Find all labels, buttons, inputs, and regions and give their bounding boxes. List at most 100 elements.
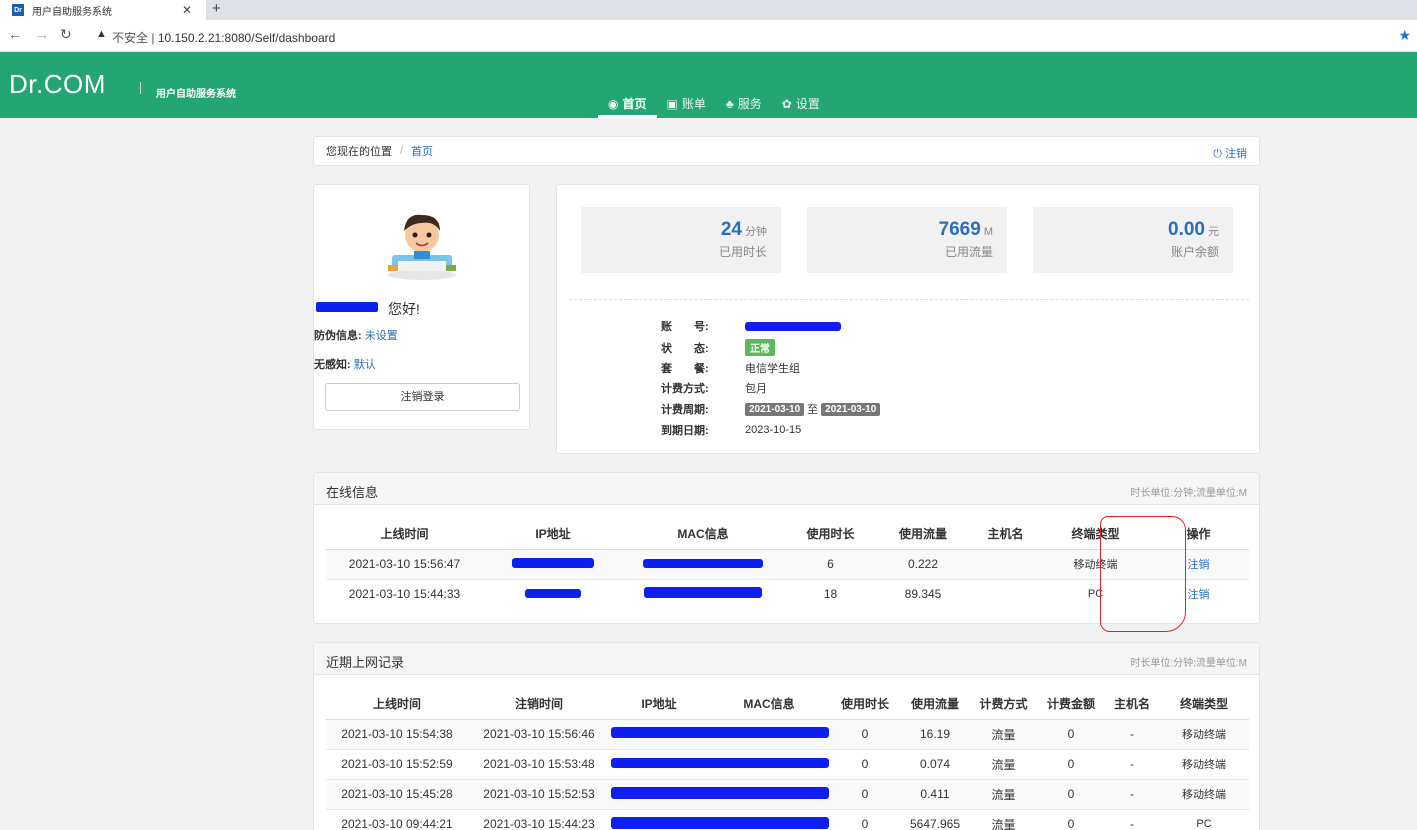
billing-label: 计费方式: bbox=[661, 383, 709, 395]
cell-online-time: 2021-03-10 15:45:28 bbox=[326, 778, 468, 809]
url-field[interactable]: 不安全 | 10.150.2.21:8080/Self/dashboard bbox=[112, 29, 335, 46]
cell-duration: 0 bbox=[830, 748, 900, 779]
cell-billing: 流量 bbox=[970, 808, 1037, 830]
profile-card: 您好! 防伪信息: 未设置 无感知: 默认 注销登录 bbox=[313, 184, 530, 430]
stat-balance-label: 账户余额 bbox=[1170, 245, 1219, 259]
greeting-text: 您好! bbox=[388, 301, 420, 317]
col-header: 使用流量 bbox=[900, 689, 970, 720]
package-value: 电信学生组 bbox=[745, 363, 800, 375]
redacted-ip-mac bbox=[611, 758, 829, 768]
favicon-icon: Dr bbox=[12, 4, 24, 16]
col-header: 操作 bbox=[1148, 519, 1249, 550]
records-panel-header: 近期上网记录 时长单位:分钟;流量单位:M bbox=[314, 643, 1259, 675]
breadcrumb-current[interactable]: 首页 bbox=[411, 143, 433, 159]
col-header: IP地址 bbox=[483, 519, 623, 550]
stat-used-time: 24 分钟 已用时长 bbox=[581, 207, 781, 273]
new-tab-icon[interactable]: + bbox=[212, 0, 221, 18]
breadcrumb: 您现在的位置 / 首页 ⏻ 注销 bbox=[313, 136, 1260, 166]
warning-icon: ▲ bbox=[96, 28, 107, 40]
row-logout-link[interactable]: 注销 bbox=[1188, 559, 1210, 571]
period-end-badge: 2021-03-10 bbox=[821, 402, 881, 416]
period-to: 至 bbox=[807, 404, 819, 416]
online-panel-note: 时长单位:分钟;流量单位:M bbox=[1130, 488, 1247, 499]
col-header: MAC信息 bbox=[708, 689, 830, 720]
nav-settings[interactable]: ✿ 设置 bbox=[772, 96, 830, 118]
power-icon: ⏻ bbox=[1213, 148, 1222, 160]
cell-ip bbox=[483, 548, 623, 579]
logout-login-button[interactable]: 注销登录 bbox=[325, 383, 520, 411]
status-badge: 正常 bbox=[745, 339, 775, 356]
cell-terminal: 移动终端 bbox=[1159, 718, 1249, 749]
cell-terminal: 移动终端 bbox=[1159, 748, 1249, 779]
cell-duration: 18 bbox=[783, 578, 878, 609]
cell-offline-time: 2021-03-10 15:44:23 bbox=[468, 808, 610, 830]
records-panel-title: 近期上网记录 bbox=[326, 655, 405, 670]
online-panel-header: 在线信息 时长单位:分钟;流量单位:M bbox=[314, 473, 1259, 505]
nav-service[interactable]: ♣ 服务 bbox=[716, 96, 772, 118]
cell-traffic: 0.074 bbox=[900, 748, 970, 779]
close-tab-icon[interactable]: ✕ bbox=[182, 3, 192, 17]
records-table: 上线时间 注销时间 IP地址 MAC信息 使用时长 使用流量 计费方式 计费金额… bbox=[326, 689, 1249, 830]
app-header: Dr.COM 用户自助服务系统 ◉ 首页 ▣ 账单 ♣ 服务 ✿ 设置 bbox=[0, 52, 1417, 118]
forward-icon[interactable]: → bbox=[35, 26, 49, 42]
redacted-ip bbox=[525, 589, 581, 599]
browser-tab[interactable]: Dr 用户自助服务系统 ✕ bbox=[0, 0, 206, 20]
col-header: 计费金额 bbox=[1037, 689, 1105, 720]
records-panel: 近期上网记录 时长单位:分钟;流量单位:M 上线时间 注销时间 IP地址 MAC… bbox=[313, 642, 1260, 830]
seamless-link[interactable]: 默认 bbox=[354, 359, 376, 371]
nav-bill[interactable]: ▣ 账单 bbox=[657, 96, 716, 118]
cell-amount: 0 bbox=[1037, 808, 1105, 830]
reload-icon[interactable]: ↻ bbox=[60, 26, 72, 43]
table-row: 2021-03-10 15:54:38 2021-03-10 15:56:46 … bbox=[326, 718, 1249, 749]
cell-traffic: 0.411 bbox=[900, 778, 970, 809]
cell-ip bbox=[483, 578, 623, 609]
cell-host: - bbox=[1105, 808, 1159, 830]
logout-link[interactable]: ⏻ 注销 bbox=[1213, 145, 1247, 161]
table-row: 2021-03-10 15:45:28 2021-03-10 15:52:53 … bbox=[326, 778, 1249, 809]
cell-host bbox=[968, 578, 1043, 609]
cell-amount: 0 bbox=[1037, 718, 1105, 749]
cell-traffic: 89.345 bbox=[878, 578, 968, 609]
anti-fraud-link[interactable]: 未设置 bbox=[365, 330, 398, 342]
stat-used-traffic-unit: M bbox=[983, 226, 993, 238]
stats-card: 24 分钟 已用时长 7669 M 已用流量 0.00 元 账户余额 账 号: 状 态… bbox=[556, 184, 1260, 454]
redacted-account bbox=[745, 321, 841, 331]
online-table: 上线时间 IP地址 MAC信息 使用时长 使用流量 主机名 终端类型 操作 20… bbox=[326, 519, 1249, 609]
logout-link-label: 注销 bbox=[1225, 148, 1247, 160]
expire-row: 到期日期: 2023-10-15 bbox=[661, 422, 801, 438]
redacted-mac bbox=[643, 559, 763, 568]
cell-online-time: 2021-03-10 15:52:59 bbox=[326, 748, 468, 779]
stat-balance: 0.00 元 账户余额 bbox=[1033, 207, 1233, 273]
redacted-username bbox=[316, 302, 378, 312]
cell-ip-mac bbox=[610, 778, 830, 809]
col-header: 注销时间 bbox=[468, 689, 610, 720]
cell-traffic: 5647.965 bbox=[900, 808, 970, 830]
cell-host: - bbox=[1105, 778, 1159, 809]
col-header: 主机名 bbox=[1105, 689, 1159, 720]
avatar bbox=[388, 214, 456, 280]
redacted-mac bbox=[644, 587, 762, 599]
cell-action: 注销 bbox=[1148, 578, 1249, 609]
col-header: 计费方式 bbox=[970, 689, 1037, 720]
billing-value: 包月 bbox=[745, 383, 767, 395]
tab-title: 用户自助服务系统 bbox=[32, 6, 112, 18]
nav-home[interactable]: ◉ 首页 bbox=[598, 96, 657, 118]
col-header: 上线时间 bbox=[326, 519, 483, 550]
bookmark-star-icon[interactable]: ★ bbox=[1398, 27, 1411, 44]
records-panel-note: 时长单位:分钟;流量单位:M bbox=[1130, 658, 1247, 669]
breadcrumb-prefix: 您现在的位置 bbox=[326, 146, 392, 158]
cell-action: 注销 bbox=[1148, 548, 1249, 579]
nav-service-label: 服务 bbox=[737, 97, 762, 111]
online-panel: 在线信息 时长单位:分钟;流量单位:M 上线时间 IP地址 MAC信息 使用时长… bbox=[313, 472, 1260, 624]
cell-duration: 0 bbox=[830, 808, 900, 830]
row-logout-link[interactable]: 注销 bbox=[1188, 589, 1210, 601]
col-header: IP地址 bbox=[610, 689, 708, 720]
divider bbox=[569, 299, 1249, 300]
nav-home-label: 首页 bbox=[622, 97, 647, 111]
cell-offline-time: 2021-03-10 15:52:53 bbox=[468, 778, 610, 809]
stat-used-traffic: 7669 M 已用流量 bbox=[807, 207, 1007, 273]
period-label: 计费周期: bbox=[661, 404, 709, 416]
cell-offline-time: 2021-03-10 15:56:46 bbox=[468, 718, 610, 749]
cell-host bbox=[968, 548, 1043, 579]
back-icon[interactable]: ← bbox=[8, 26, 22, 42]
